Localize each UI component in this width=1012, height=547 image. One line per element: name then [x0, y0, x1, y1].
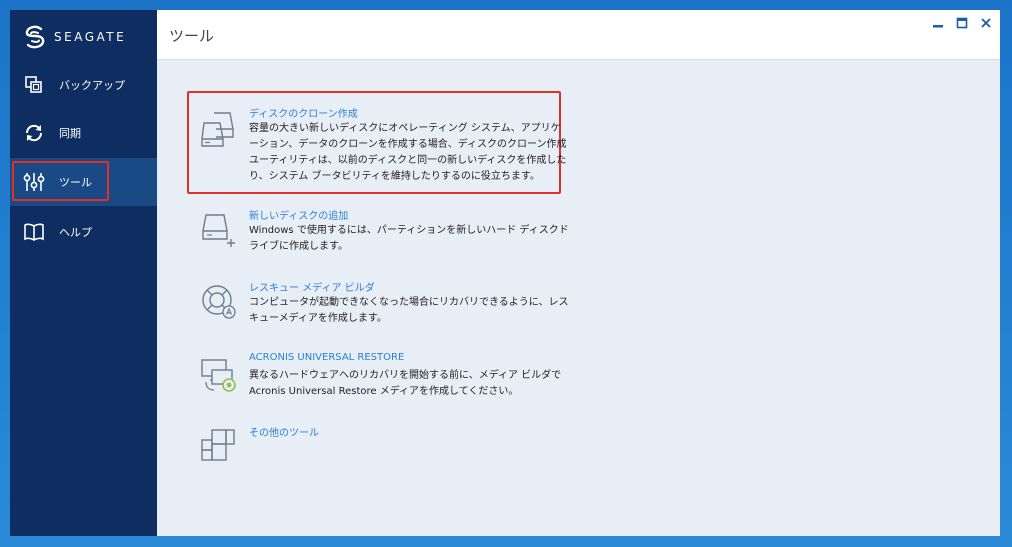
close-button[interactable] — [976, 14, 996, 32]
app-window: SEAGATE バックアップ 同期 ツール ヘルプ ツール ディスクのクローン作… — [10, 10, 1000, 536]
sidebar-item-help[interactable]: ヘルプ — [10, 208, 157, 256]
lifebuoy-icon — [200, 283, 238, 321]
tool-rescue-media-builder[interactable]: レスキュー メディア ビルダ コンピュータが起動できなくなった場合にリカバリでき… — [200, 279, 580, 329]
seagate-logo-icon — [25, 25, 45, 49]
minimize-button[interactable] — [928, 14, 948, 32]
sidebar-item-backup[interactable]: バックアップ — [10, 61, 157, 109]
sidebar: SEAGATE バックアップ 同期 ツール ヘルプ — [10, 10, 157, 536]
title-bar: ツール — [157, 10, 1000, 60]
add-disk-icon — [200, 211, 238, 249]
close-icon — [981, 18, 991, 28]
maximize-button[interactable] — [952, 14, 972, 32]
minimize-icon — [933, 25, 943, 28]
tool-other-tools[interactable]: その他のツール — [200, 424, 580, 464]
sidebar-item-sync[interactable]: 同期 — [10, 109, 157, 157]
disk-clone-icon — [200, 109, 238, 147]
sidebar-item-label: ヘルプ — [59, 226, 92, 239]
selection-highlight — [12, 161, 109, 201]
copy-icon — [22, 73, 46, 97]
tool-disk-clone[interactable]: ディスクのクローン作成 容量の大きい新しいディスクにオペレーティング システム、… — [200, 105, 580, 185]
tool-universal-restore[interactable]: ACRONIS UNIVERSAL RESTORE 異なるハードウェアへのリカバ… — [200, 352, 580, 402]
tool-title: その他のツール — [249, 428, 319, 439]
universal-restore-icon — [200, 356, 238, 394]
tool-title: ACRONIS UNIVERSAL RESTORE — [249, 352, 405, 363]
grid-icon — [200, 428, 238, 466]
tool-add-disk[interactable]: 新しいディスクの追加 Windows で使用するには、パーティションを新しいハー… — [200, 207, 580, 257]
sidebar-item-label: バックアップ — [59, 79, 125, 92]
book-icon — [22, 220, 46, 244]
sidebar-item-label: 同期 — [59, 127, 81, 140]
page-title: ツール — [169, 27, 215, 45]
tool-description: コンピュータが起動できなくなった場合にリカバリできるように、レスキューメディアを… — [249, 297, 569, 324]
maximize-icon — [956, 17, 968, 29]
brand-name: SEAGATE — [54, 30, 127, 44]
tool-title: レスキュー メディア ビルダ — [249, 283, 375, 294]
sync-icon — [22, 121, 46, 145]
tool-title: ディスクのクローン作成 — [249, 109, 358, 120]
seagate-logo: SEAGATE — [22, 22, 126, 52]
tool-description: Windows で使用するには、パーティションを新しいハード ディスクドライブに… — [249, 225, 569, 252]
sidebar-item-tools[interactable]: ツール — [10, 158, 157, 206]
tool-description: 容量の大きい新しいディスクにオペレーティング システム、アプリケーション、データ… — [249, 123, 567, 182]
tool-description: 異なるハードウェアへのリカバリを開始する前に、メディア ビルダで Acronis… — [249, 370, 562, 397]
tool-title: 新しいディスクの追加 — [249, 211, 349, 222]
